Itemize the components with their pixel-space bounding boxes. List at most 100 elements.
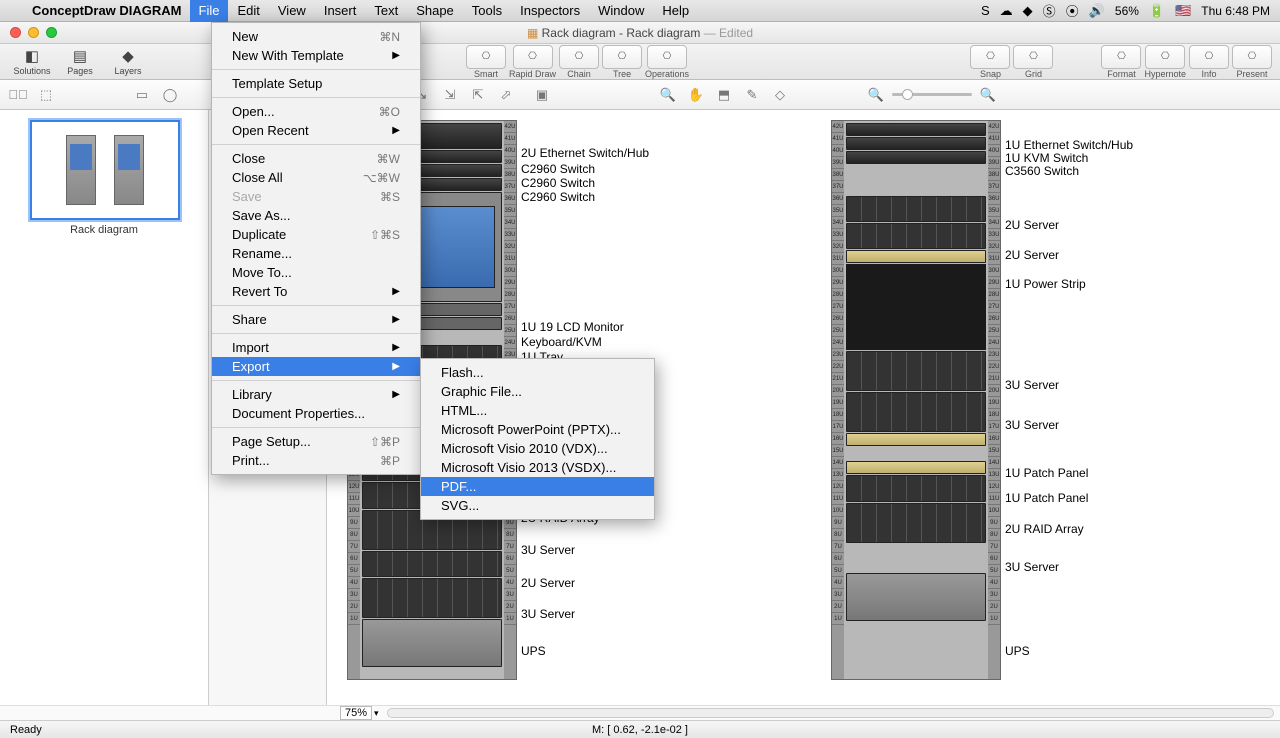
minimize-window-button[interactable] (28, 27, 39, 38)
menu-item-save-as-[interactable]: Save As... (212, 206, 420, 225)
eraser-icon[interactable]: ◇ (770, 86, 790, 104)
export-item-pdf-[interactable]: PDF... (421, 477, 654, 496)
rack-2[interactable]: 42U41U40U39U38U37U36U35U34U33U32U31U30U2… (831, 120, 1001, 680)
zoom-window-button[interactable] (46, 27, 57, 38)
menu-file[interactable]: File (190, 0, 229, 22)
zoom-select[interactable]: 75% (340, 706, 372, 720)
menu-shape[interactable]: Shape (407, 0, 463, 22)
toolbar-present[interactable]: ⎔Present (1232, 45, 1272, 79)
toolbar-grid[interactable]: ⎔Grid (1013, 45, 1053, 79)
menu-item-close-all[interactable]: Close All⌥⌘W (212, 168, 420, 187)
menu-item-import[interactable]: Import▶ (212, 338, 420, 357)
toolbar-pages[interactable]: ▤Pages (56, 46, 104, 78)
device-switch[interactable] (846, 151, 986, 164)
menu-item-library[interactable]: Library▶ (212, 385, 420, 404)
device-server[interactable] (846, 351, 986, 391)
menu-item-close[interactable]: Close⌘W (212, 149, 420, 168)
zoom-dropdown-icon[interactable]: ▾ (372, 708, 381, 719)
menu-item-rename-[interactable]: Rename... (212, 244, 420, 263)
export-item-svg-[interactable]: SVG... (421, 496, 654, 515)
menu-item-revert-to[interactable]: Revert To▶ (212, 282, 420, 301)
battery-icon[interactable]: 🔋 (1149, 3, 1165, 19)
export-item-flash-[interactable]: Flash... (421, 363, 654, 382)
volume-icon[interactable]: 🔊 (1089, 3, 1105, 19)
connector2-icon[interactable]: ⇲ (440, 86, 460, 104)
rect-shape-icon[interactable]: ▭ (132, 86, 152, 104)
wifi-icon[interactable]: ⦿ (1066, 1, 1079, 20)
cloud-icon[interactable]: ☁ (1000, 3, 1013, 19)
toolbar-tree[interactable]: ⎔Tree (602, 45, 642, 79)
zoom-in-icon[interactable]: 🔍 (658, 86, 678, 104)
zoom-out-icon[interactable]: 🔍 (866, 86, 886, 104)
zoom-slider[interactable] (892, 93, 972, 96)
device-powerstrip[interactable] (846, 250, 986, 263)
export-item-graphic-file-[interactable]: Graphic File... (421, 382, 654, 401)
toolbar-operations[interactable]: ⎔Operations (645, 45, 689, 79)
pointer-tool-icon[interactable]: ▭⃕ (8, 86, 28, 104)
toolbar-snap[interactable]: ⎔Snap (970, 45, 1010, 79)
menu-item-duplicate[interactable]: Duplicate⇧⌘S (212, 225, 420, 244)
device-switch[interactable] (846, 123, 986, 136)
page-thumbnail[interactable] (30, 120, 180, 220)
menu-item-document-properties-[interactable]: Document Properties... (212, 404, 420, 423)
menu-item-page-setup-[interactable]: Page Setup...⇧⌘P (212, 432, 420, 451)
crop-tool-icon[interactable]: ⬒ (714, 86, 734, 104)
menu-item-print-[interactable]: Print...⌘P (212, 451, 420, 470)
toolbar-layers[interactable]: ◆Layers (104, 46, 152, 78)
diamond-icon[interactable]: ◆ (1023, 3, 1033, 19)
hand-tool-icon[interactable]: ✋ (686, 86, 706, 104)
menu-text[interactable]: Text (365, 0, 407, 22)
skype-icon[interactable]: Ⓢ (1043, 1, 1056, 20)
device-ups[interactable] (846, 573, 986, 621)
status-icon[interactable]: S (981, 3, 990, 18)
zoom-in-icon2[interactable]: 🔍 (978, 86, 998, 104)
device-server[interactable] (846, 503, 986, 543)
menu-help[interactable]: Help (653, 0, 698, 22)
device-raid[interactable] (846, 475, 986, 502)
menu-item-open-recent[interactable]: Open Recent▶ (212, 121, 420, 140)
device-server[interactable] (362, 551, 502, 577)
container-icon[interactable]: ▣ (532, 86, 552, 104)
toolbar-solutions[interactable]: ◧Solutions (8, 46, 56, 78)
ellipse-shape-icon[interactable]: ◯ (160, 86, 180, 104)
toolbar-rapid-draw[interactable]: ⎔Rapid Draw (509, 45, 556, 79)
toolbar-format[interactable]: ⎔Format (1101, 45, 1141, 79)
menu-item-export[interactable]: Export▶ (212, 357, 420, 376)
eyedropper-icon[interactable]: ✎ (742, 86, 762, 104)
device-switch[interactable] (846, 137, 986, 150)
menu-edit[interactable]: Edit (228, 0, 268, 22)
menu-tools[interactable]: Tools (463, 0, 511, 22)
menu-view[interactable]: View (269, 0, 315, 22)
menu-item-open-[interactable]: Open...⌘O (212, 102, 420, 121)
connector4-icon[interactable]: ⬀ (496, 86, 516, 104)
flag-icon[interactable]: 🇺🇸 (1175, 3, 1191, 19)
menu-item-new-with-template[interactable]: New With Template▶ (212, 46, 420, 65)
menu-insert[interactable]: Insert (315, 0, 366, 22)
menu-window[interactable]: Window (589, 0, 653, 22)
device-server[interactable] (362, 578, 502, 618)
select-tool-icon[interactable]: ⬚ (36, 86, 56, 104)
menu-inspectors[interactable]: Inspectors (511, 0, 589, 22)
menu-item-move-to-[interactable]: Move To... (212, 263, 420, 282)
device-patch-panel[interactable] (846, 433, 986, 446)
device-server[interactable] (846, 392, 986, 432)
toolbar-chain[interactable]: ⎔Chain (559, 45, 599, 79)
export-item-microsoft-visio-vsdx-[interactable]: Microsoft Visio 2013 (VSDX)... (421, 458, 654, 477)
export-item-microsoft-powerpoint-pptx-[interactable]: Microsoft PowerPoint (PPTX)... (421, 420, 654, 439)
menu-item-new[interactable]: New⌘N (212, 27, 420, 46)
toolbar-hypernote[interactable]: ⎔Hypernote (1144, 45, 1186, 79)
device-ups[interactable] (362, 619, 502, 667)
export-item-microsoft-visio-vdx-[interactable]: Microsoft Visio 2010 (VDX)... (421, 439, 654, 458)
device-server[interactable] (846, 196, 986, 222)
close-window-button[interactable] (10, 27, 21, 38)
horizontal-scrollbar[interactable] (387, 708, 1274, 718)
export-item-html-[interactable]: HTML... (421, 401, 654, 420)
toolbar-smart[interactable]: ⎔Smart (466, 45, 506, 79)
device-patch-panel[interactable] (846, 461, 986, 474)
toolbar-info[interactable]: ⎔Info (1189, 45, 1229, 79)
device-server[interactable] (846, 223, 986, 249)
clock: Thu 6:48 PM (1201, 4, 1270, 18)
connector3-icon[interactable]: ⇱ (468, 86, 488, 104)
menu-item-share[interactable]: Share▶ (212, 310, 420, 329)
menu-item-template-setup[interactable]: Template Setup (212, 74, 420, 93)
